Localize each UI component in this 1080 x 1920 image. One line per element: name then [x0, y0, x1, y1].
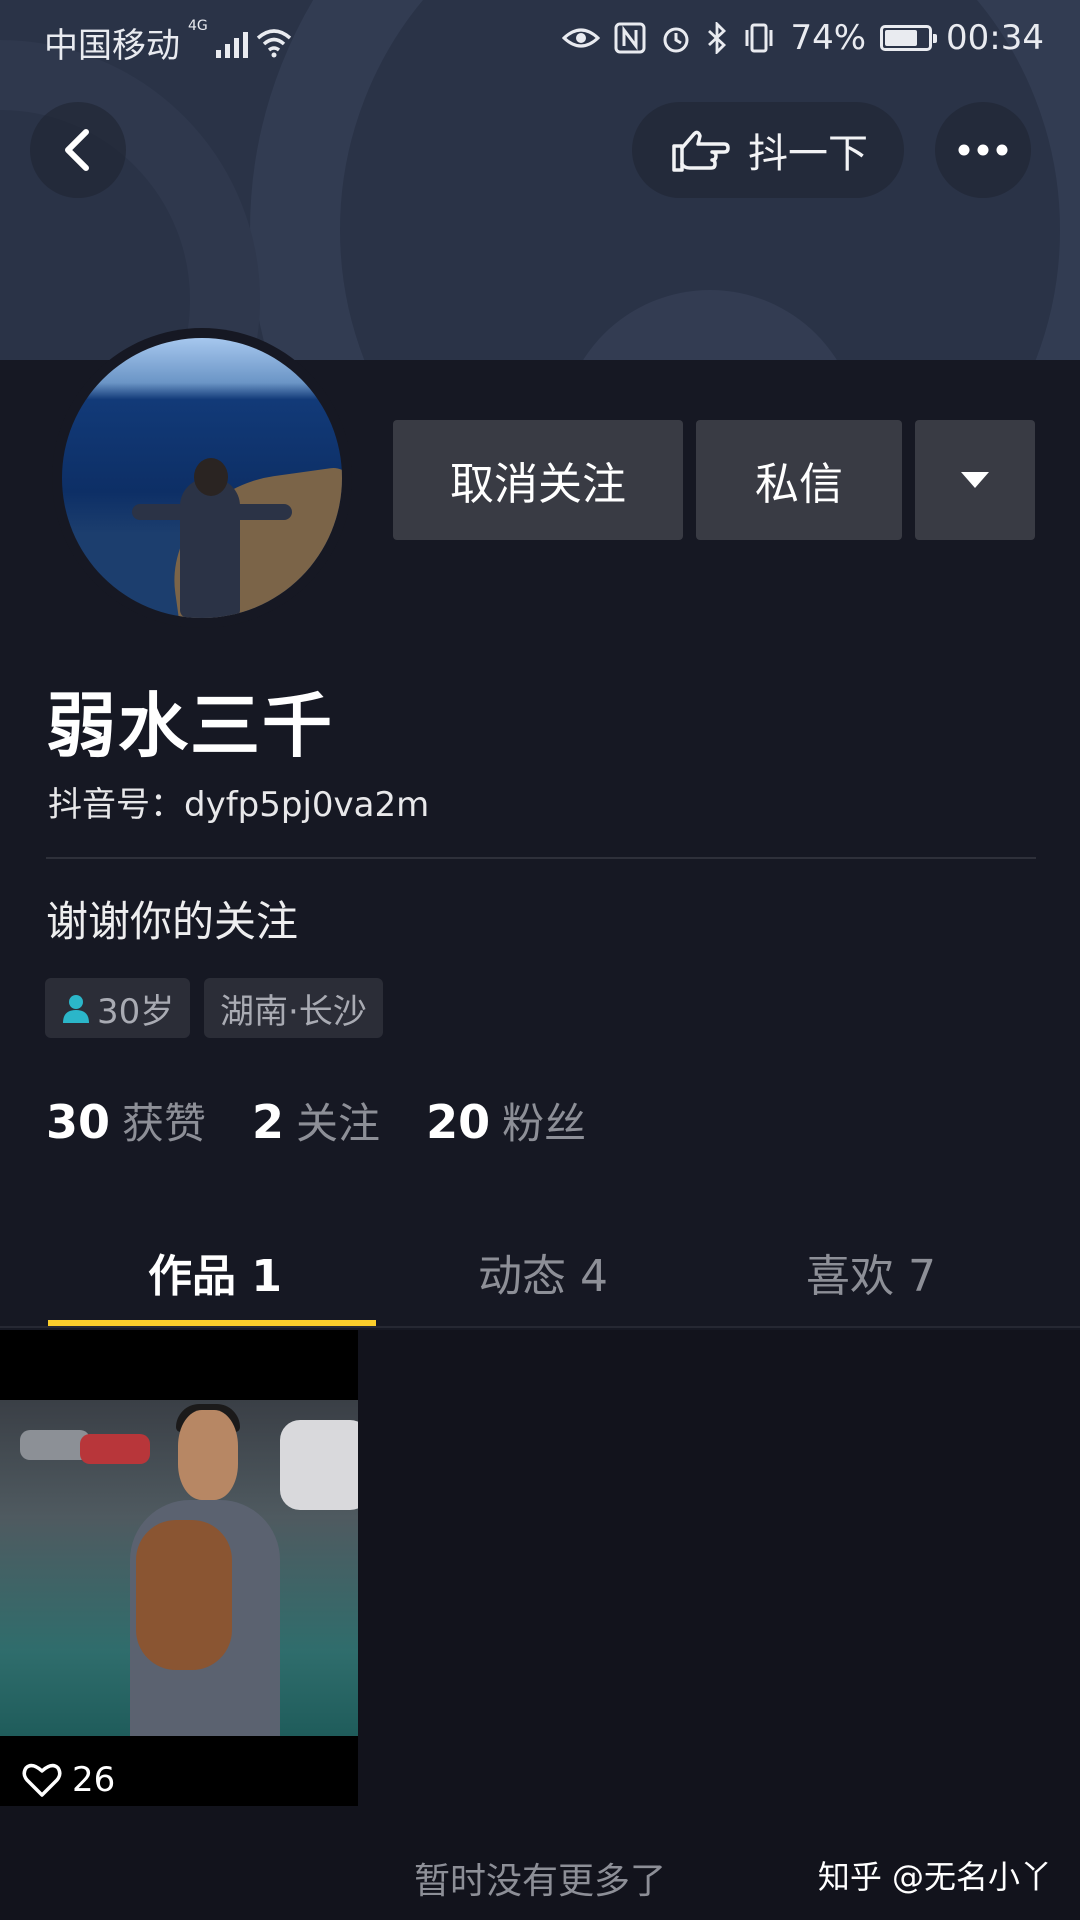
- stat-number: 20: [426, 1095, 491, 1149]
- location-label: 湖南·长沙: [220, 991, 367, 1032]
- unfollow-label: 取消关注: [450, 459, 626, 510]
- wifi-icon: [256, 28, 291, 57]
- nickname: 弱水三千: [46, 685, 334, 767]
- stat-label: 关注: [296, 1099, 381, 1148]
- bio: 谢谢你的关注: [46, 897, 299, 946]
- stat-number: 30: [46, 1095, 111, 1149]
- more-button[interactable]: [935, 102, 1031, 198]
- clock: 00:34: [946, 18, 1044, 58]
- likes-stat: 30 获赞: [46, 1090, 206, 1151]
- carrier-label: 中国移动: [44, 26, 180, 66]
- douyin-id: 抖音号：dyfp5pj0va2m: [48, 785, 430, 825]
- recommend-dropdown-button[interactable]: [915, 420, 1035, 540]
- content-tabs: 作品 1 动态 4 喜欢 7: [0, 1222, 1080, 1328]
- video-cover-image: [0, 1400, 358, 1736]
- message-button[interactable]: 私信: [696, 420, 902, 540]
- unfollow-button[interactable]: 取消关注: [393, 420, 683, 540]
- video-likes-count: 26: [72, 1760, 116, 1800]
- tab-indicator: [48, 1320, 376, 1326]
- avatar-image: [62, 338, 342, 618]
- nfc-icon: [614, 22, 646, 54]
- following-stat[interactable]: 2 关注: [252, 1090, 380, 1151]
- tab-works[interactable]: 作品 1: [148, 1240, 282, 1304]
- divider: [46, 857, 1036, 859]
- message-label: 私信: [755, 459, 843, 510]
- stat-number: 2: [252, 1095, 285, 1149]
- video-thumbnail[interactable]: 26: [0, 1330, 358, 1806]
- stats-row: 30 获赞 2 关注 20 粉丝: [46, 1090, 586, 1151]
- profile-page: 中国移动 4G 74% 00:34 抖一下 取消关注 私信 弱水三千 抖音号：d…: [0, 0, 1080, 1920]
- person-icon: [63, 995, 89, 1023]
- tab-likes[interactable]: 喜欢 7: [806, 1240, 936, 1304]
- age-label: 30岁: [97, 991, 175, 1032]
- battery-icon: [880, 25, 938, 51]
- followers-stat[interactable]: 20 粉丝: [426, 1090, 586, 1151]
- heart-icon: [22, 1763, 62, 1797]
- back-button[interactable]: [30, 102, 126, 198]
- network-label: 4G: [188, 18, 208, 34]
- alarm-icon: [663, 27, 689, 53]
- battery-percent: 74%: [790, 18, 867, 58]
- poke-button[interactable]: 抖一下: [632, 102, 904, 198]
- eye-icon: [562, 28, 601, 48]
- location-tag: 湖南·长沙: [204, 978, 383, 1038]
- age-tag: 30岁: [45, 978, 191, 1038]
- watermark: 知乎 @无名小丫: [817, 1858, 1052, 1896]
- vibrate-icon: [745, 23, 773, 53]
- stat-label: 获赞: [122, 1099, 207, 1148]
- video-likes: 26: [22, 1760, 115, 1800]
- bluetooth-icon: [708, 22, 727, 54]
- pointing-hand-icon: [672, 130, 730, 172]
- signal-icon: [215, 28, 248, 58]
- caret-down-icon: [961, 472, 989, 488]
- status-bar: 中国移动 4G 74% 00:34: [0, 0, 1080, 76]
- more-dots-icon: [958, 144, 1008, 156]
- stat-label: 粉丝: [502, 1099, 587, 1148]
- avatar[interactable]: [52, 328, 352, 628]
- tab-moments[interactable]: 动态 4: [478, 1240, 608, 1304]
- poke-label: 抖一下: [748, 131, 868, 177]
- chevron-left-icon: [65, 129, 89, 171]
